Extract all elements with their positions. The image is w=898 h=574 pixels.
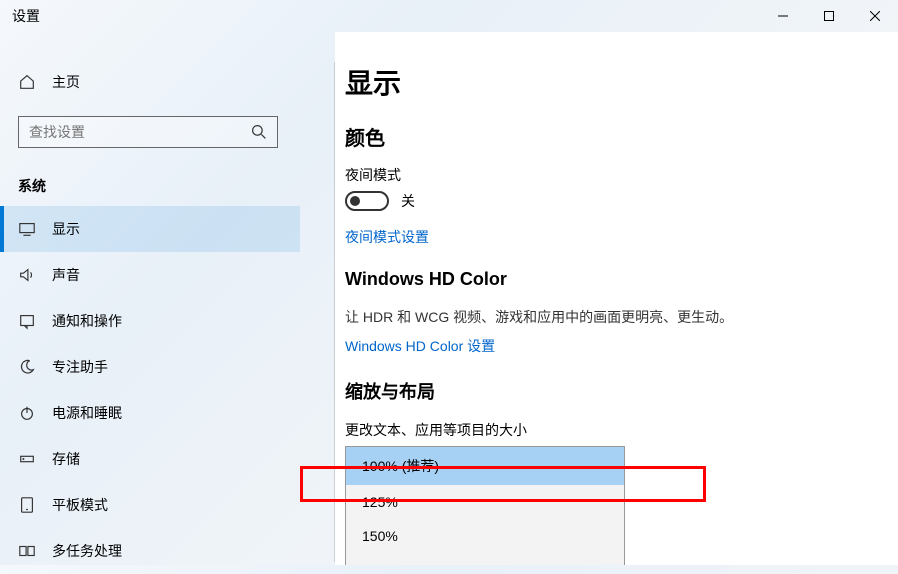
maximize-button[interactable] <box>806 0 852 32</box>
search-input[interactable] <box>29 124 251 140</box>
toggle-state-label: 关 <box>401 191 415 211</box>
sidebar-item-power-sleep[interactable]: 电源和睡眠 <box>0 390 300 436</box>
hd-color-settings-link[interactable]: Windows HD Color 设置 <box>345 336 898 356</box>
hd-color-heading: Windows HD Color <box>345 269 898 290</box>
multitask-icon <box>18 542 36 560</box>
nav-label: 电源和睡眠 <box>52 403 122 423</box>
tablet-icon <box>18 496 36 514</box>
close-icon <box>870 11 880 21</box>
nav-label: 显示 <box>52 219 80 239</box>
sidebar-item-notifications[interactable]: 通知和操作 <box>0 298 300 344</box>
nav-label: 存储 <box>52 449 80 469</box>
section-title: 系统 <box>0 166 300 206</box>
night-mode-toggle[interactable] <box>345 191 389 211</box>
sidebar: 主页 系统 显示 声音 通知和操作 专注助手 电源和睡眠 存储 <box>0 32 320 565</box>
sound-icon <box>18 266 36 284</box>
sidebar-item-tablet-mode[interactable]: 平板模式 <box>0 482 300 528</box>
storage-icon <box>18 450 36 468</box>
maximize-icon <box>824 11 834 21</box>
window-title: 设置 <box>12 6 40 26</box>
nav-label: 平板模式 <box>52 495 108 515</box>
scale-option-150[interactable]: 150% <box>346 519 624 553</box>
search-box[interactable] <box>18 116 278 148</box>
notifications-icon <box>18 312 36 330</box>
home-nav[interactable]: 主页 <box>0 62 300 102</box>
scale-layout-heading: 缩放与布局 <box>345 378 898 404</box>
home-icon <box>18 73 36 91</box>
sidebar-item-sound[interactable]: 声音 <box>0 252 300 298</box>
minimize-icon <box>778 11 788 21</box>
sidebar-item-display[interactable]: 显示 <box>0 206 300 252</box>
home-label: 主页 <box>52 72 80 92</box>
nav-label: 通知和操作 <box>52 311 122 331</box>
display-icon <box>18 220 36 238</box>
page-title: 显示 <box>345 62 898 102</box>
scale-option-125[interactable]: 125% <box>346 485 624 519</box>
color-heading: 颜色 <box>345 122 898 151</box>
search-icon <box>251 124 267 140</box>
sidebar-item-storage[interactable]: 存储 <box>0 436 300 482</box>
window-controls <box>760 0 898 32</box>
night-mode-label: 夜间模式 <box>345 165 898 185</box>
moon-icon <box>18 358 36 376</box>
scale-option-100[interactable]: 100% (推荐) <box>346 447 624 485</box>
hd-color-description: 让 HDR 和 WCG 视频、游戏和应用中的画面更明亮、更生动。 <box>345 306 898 328</box>
sidebar-item-focus-assist[interactable]: 专注助手 <box>0 344 300 390</box>
scale-option-175[interactable]: 175% <box>346 553 624 565</box>
minimize-button[interactable] <box>760 0 806 32</box>
nav-label: 声音 <box>52 265 80 285</box>
main-content: 显示 颜色 夜间模式 关 夜间模式设置 Windows HD Color 让 H… <box>335 32 898 565</box>
scale-dropdown[interactable]: 100% (推荐) 125% 150% 175% <box>345 446 625 565</box>
power-icon <box>18 404 36 422</box>
close-button[interactable] <box>852 0 898 32</box>
night-mode-settings-link[interactable]: 夜间模式设置 <box>345 227 898 247</box>
nav-label: 多任务处理 <box>52 541 122 561</box>
scale-label: 更改文本、应用等项目的大小 <box>345 420 898 440</box>
nav-label: 专注助手 <box>52 357 108 377</box>
sidebar-item-multitasking[interactable]: 多任务处理 <box>0 528 300 574</box>
